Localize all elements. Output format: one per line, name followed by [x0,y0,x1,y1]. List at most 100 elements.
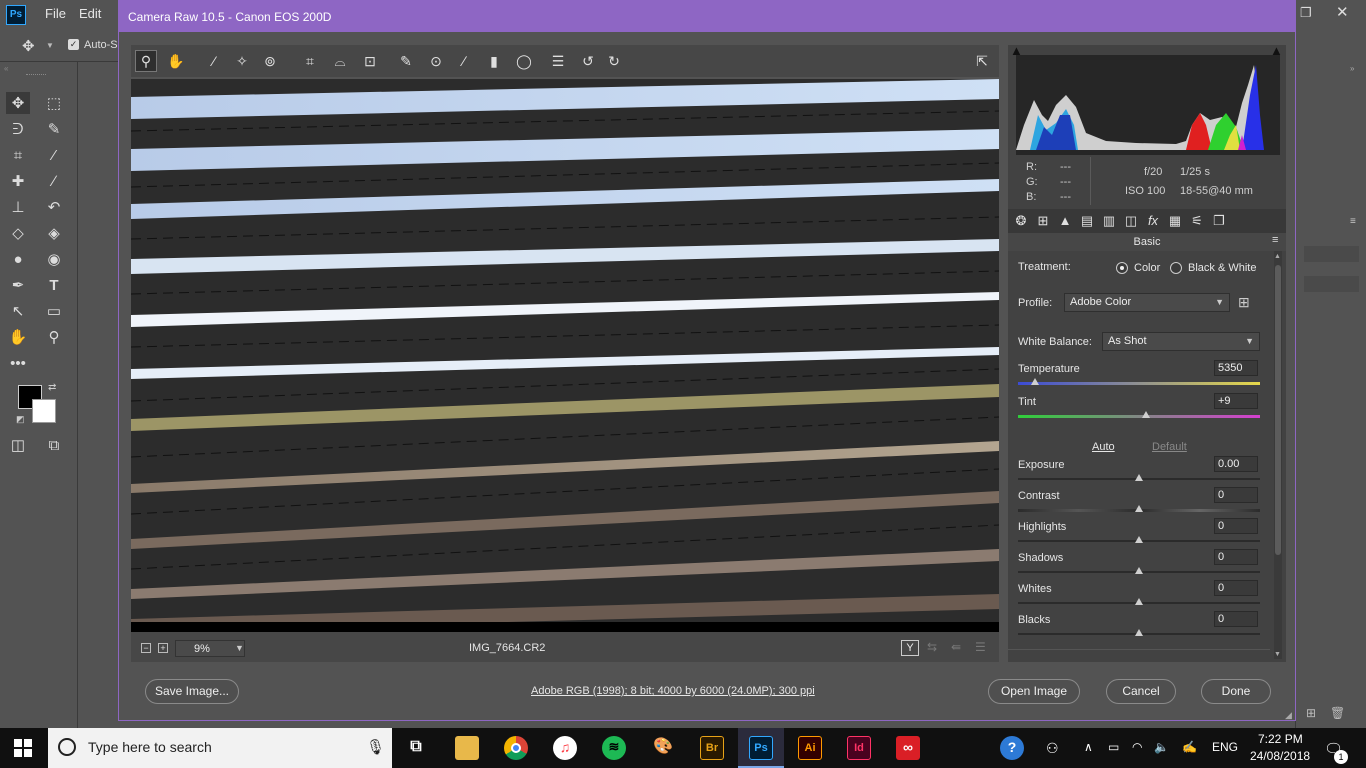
menu-edit[interactable]: Edit [79,6,101,21]
healing-tool-icon[interactable]: ✚ [6,170,30,192]
rectangle-tool-icon[interactable]: ▭ [42,300,66,322]
taskbar-search-input[interactable]: Type here to search 🎙 [48,728,392,768]
image-preview[interactable] [131,79,999,632]
collapse-icon[interactable]: « [4,64,8,73]
rotate-right-icon[interactable]: ↻ [603,50,625,72]
eyedropper-tool-icon[interactable]: ⁄ [42,144,66,166]
blur-tool-icon[interactable]: ● [6,248,30,270]
battery-icon[interactable]: ▭ [1108,740,1119,754]
panel-menu-icon[interactable]: ≡ [1350,216,1356,227]
blacks-slider-thumb[interactable] [1135,629,1143,636]
open-image-button[interactable]: Open Image [988,679,1080,704]
scrollbar-thumb[interactable] [1275,265,1281,555]
history-brush-icon[interactable]: ↶ [42,196,66,218]
move-tool-icon[interactable]: ✥ [6,92,30,114]
treatment-bw-radio[interactable] [1170,262,1182,274]
zoom-in-button[interactable]: + [158,643,168,653]
straighten-tool-icon[interactable]: ⌓ [329,50,351,72]
exposure-value[interactable]: 0.00 [1214,456,1258,472]
tab-basic-icon[interactable]: ❂ [1012,212,1030,230]
tab-effects-icon[interactable]: fx [1144,212,1162,230]
auto-select-checkbox[interactable]: ✓ [68,39,79,50]
default-link[interactable]: Default [1152,441,1187,453]
toggle-settings-icon[interactable]: ☰ [975,640,986,654]
show-hidden-icons[interactable]: ∧ [1084,740,1093,754]
people-icon[interactable]: ⚇ [1046,740,1059,757]
type-tool-icon[interactable]: T [42,274,66,296]
contrast-slider-thumb[interactable] [1135,505,1143,512]
copy-settings-icon[interactable]: ⇚ [951,640,961,654]
file-explorer-icon[interactable] [455,736,479,760]
language-indicator[interactable]: ENG [1212,740,1238,754]
highlights-slider-thumb[interactable] [1135,536,1143,543]
contrast-value[interactable]: 0 [1214,487,1258,503]
panel-menu-icon[interactable]: ≡ [1272,234,1278,246]
crop-tool-icon[interactable]: ⌗ [6,144,30,166]
new-layer-icon[interactable]: ⊞ [1306,706,1316,720]
tab-snapshots-icon[interactable]: ❐ [1210,212,1228,230]
help-icon[interactable]: ? [1000,736,1024,760]
volume-icon[interactable]: 🔈 [1154,740,1169,754]
move-tool-icon[interactable]: ✥ [22,37,35,55]
hand-tool-icon[interactable]: ✋ [6,326,30,348]
fullscreen-icon[interactable]: ⇱ [971,50,993,72]
chrome-icon[interactable] [504,736,528,760]
targeted-adjustment-icon[interactable]: ⊚ [259,50,281,72]
scroll-up-icon[interactable]: ▲ [1274,253,1281,260]
scroll-down-icon[interactable]: ▼ [1274,651,1281,658]
profile-select[interactable]: Adobe Color ▼ [1064,293,1230,312]
microphone-icon[interactable]: 🎙 [366,738,385,756]
transform-tool-icon[interactable]: ⊡ [359,50,381,72]
stamp-tool-icon[interactable]: ⊥ [6,196,30,218]
chevron-down-icon[interactable]: ▼ [46,41,54,50]
whites-slider-thumb[interactable] [1135,598,1143,605]
red-eye-icon[interactable]: ⊙ [425,50,447,72]
profile-browser-icon[interactable]: ⊞ [1238,294,1250,311]
auto-link[interactable]: Auto [1092,441,1115,453]
screen-mode-icon[interactable]: ⧉ [42,434,66,456]
dodge-tool-icon[interactable]: ◉ [42,248,66,270]
tab-presets-icon[interactable]: ⚟ [1188,212,1206,230]
creative-cloud-icon[interactable]: ∞ [896,736,920,760]
pen-icon[interactable]: ✍ [1182,740,1197,754]
tab-hsl-icon[interactable]: ▤ [1078,212,1096,230]
trash-icon[interactable]: 🗑 [1330,706,1345,720]
menu-file[interactable]: File [45,6,66,21]
pen-tool-icon[interactable]: ✒ [6,274,30,296]
save-image-button[interactable]: Save Image... [145,679,239,704]
panel-scrollbar[interactable] [1274,251,1282,659]
eraser-tool-icon[interactable]: ◇ [6,222,30,244]
shadows-value[interactable]: 0 [1214,549,1258,565]
treatment-color-radio[interactable] [1116,262,1128,274]
resize-grip-icon[interactable]: ◢ [1285,710,1292,721]
spotify-icon[interactable]: ≋ [602,736,626,760]
graduated-filter-icon[interactable]: ▮ [483,50,505,72]
marquee-tool-icon[interactable]: ⬚ [42,92,66,114]
background-color-swatch[interactable] [32,399,56,423]
color-sampler-icon[interactable]: ✧ [231,50,253,72]
bridge-icon[interactable]: Br [700,736,724,760]
paint-bucket-icon[interactable]: ◈ [42,222,66,244]
done-button[interactable]: Done [1201,679,1271,704]
workflow-options-link[interactable]: Adobe RGB (1998); 8 bit; 4000 by 6000 (2… [531,685,815,697]
white-balance-tool-icon[interactable]: ⁄ [203,50,225,72]
tab-tone-curve-icon[interactable]: ⊞ [1034,212,1052,230]
tint-value[interactable]: +9 [1214,393,1258,409]
task-view-icon[interactable]: ⧉ [404,736,428,760]
cancel-button[interactable]: Cancel [1106,679,1176,704]
swap-settings-icon[interactable]: ⇆ [927,640,937,654]
quick-select-tool-icon[interactable]: ✎ [42,118,66,140]
zoom-tool-icon[interactable]: ⚲ [42,326,66,348]
blacks-value[interactable]: 0 [1214,611,1258,627]
temperature-slider-thumb[interactable] [1030,378,1039,385]
photoshop-icon[interactable]: Ps [749,736,773,760]
more-tools-icon[interactable]: ••• [6,352,30,374]
illustrator-icon[interactable]: Ai [798,736,822,760]
itunes-icon[interactable]: ♫ [553,736,577,760]
spot-removal-icon[interactable]: ✎ [395,50,417,72]
swap-colors-icon[interactable]: ⇄ [48,382,56,393]
shadows-slider-thumb[interactable] [1135,567,1143,574]
whites-value[interactable]: 0 [1214,580,1258,596]
white-balance-select[interactable]: As Shot ▼ [1102,332,1260,351]
restore-icon[interactable]: ❐ [1300,5,1312,21]
